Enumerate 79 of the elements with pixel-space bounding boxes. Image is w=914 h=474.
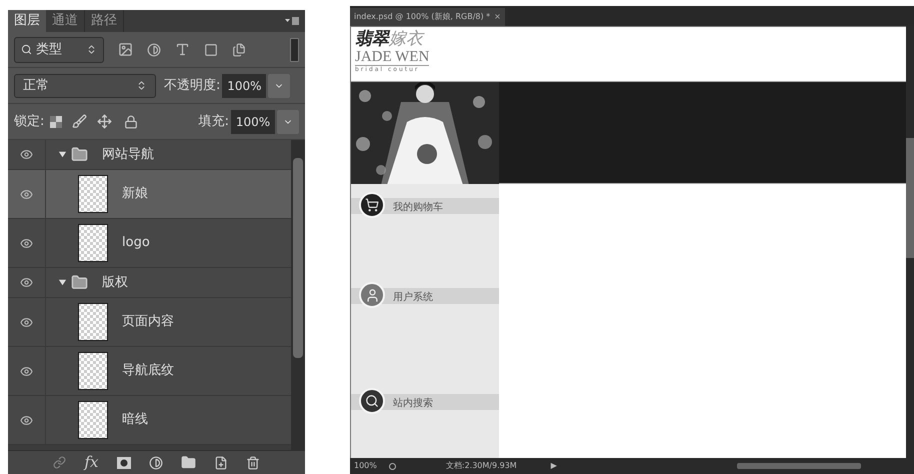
layer-thumbnail — [78, 352, 108, 390]
up-down-arrows-icon — [86, 44, 97, 55]
brand-logo: 翡翠 — [355, 31, 389, 48]
visibility-eye-icon[interactable] — [20, 236, 33, 250]
fill-field[interactable]: 100% — [231, 110, 275, 134]
folder-icon — [71, 274, 88, 291]
opacity-field[interactable]: 100% — [222, 74, 266, 98]
zoom-level[interactable]: 100% — [354, 460, 377, 472]
nav-label: 站内搜索 — [393, 396, 433, 410]
search-icon — [21, 44, 32, 55]
layer-row[interactable]: 导航底纹 — [8, 347, 291, 396]
layer-row[interactable]: 新娘 — [8, 170, 291, 219]
layer-name: 导航底纹 — [122, 362, 174, 380]
document-title: index.psd @ 100% (新娘, RGB/8) * — [354, 11, 490, 23]
group-name: 版权 — [102, 274, 128, 292]
visibility-eye-icon[interactable] — [20, 148, 33, 161]
layer-name: 暗线 — [122, 411, 148, 430]
new-layer-icon[interactable] — [214, 456, 228, 470]
layer-row[interactable]: logo — [8, 219, 291, 268]
layer-thumbnail — [78, 401, 108, 439]
image-filter-icon[interactable] — [118, 42, 133, 57]
up-down-arrows-icon — [136, 80, 147, 91]
layer-row[interactable]: 暗线 — [8, 396, 291, 445]
nav-label: 用户系统 — [393, 290, 433, 304]
cart-icon — [359, 192, 385, 218]
expand-triangle-icon[interactable] — [58, 150, 67, 159]
layer-thumbnail — [78, 175, 108, 213]
scrollbar[interactable] — [291, 140, 305, 450]
link-layers-icon[interactable] — [53, 456, 66, 469]
document-info: 文档:2.30M/9.93M — [446, 460, 517, 472]
visibility-eye-icon[interactable] — [20, 364, 33, 378]
fill-label: 填充: — [198, 112, 229, 131]
filter-toggle[interactable] — [290, 38, 299, 62]
visibility-eye-icon[interactable] — [20, 316, 33, 328]
layer-thumbnail — [78, 224, 108, 262]
brand-logo-accent: 嫁衣 — [389, 31, 423, 48]
delete-icon[interactable] — [246, 456, 260, 470]
user-icon — [359, 282, 385, 308]
layer-group-row[interactable]: 版权 — [8, 268, 291, 298]
type-filter-icon[interactable] — [175, 42, 190, 57]
nav-label: 我的购物车 — [393, 200, 443, 214]
layer-row[interactable]: 页面内容 — [8, 298, 291, 347]
shape-filter-icon[interactable] — [204, 42, 218, 56]
document-tab[interactable]: index.psd @ 100% (新娘, RGB/8) * × — [350, 8, 505, 26]
layer-name: 新娘 — [122, 185, 148, 204]
lock-label: 锁定: — [14, 112, 44, 131]
adjustment-layer-icon[interactable] — [148, 456, 162, 470]
visibility-eye-icon[interactable] — [20, 188, 33, 200]
layer-thumbnail — [78, 303, 108, 341]
filter-dropdown[interactable]: 类型 — [14, 36, 104, 62]
nav-item[interactable]: 我的购物车 — [351, 192, 499, 218]
layer-name: 页面内容 — [122, 313, 174, 332]
smart-object-filter-icon[interactable] — [232, 42, 246, 56]
opacity-label: 不透明度: — [164, 76, 220, 95]
brand-english-name: JADE WEN — [355, 50, 430, 66]
close-tab-button[interactable]: × — [494, 11, 501, 23]
lock-position-icon[interactable] — [97, 114, 112, 129]
layer-group-row[interactable]: 网站导航 — [8, 140, 291, 170]
visibility-eye-icon[interactable] — [20, 414, 33, 426]
panel-tab[interactable]: 图层 — [8, 10, 46, 32]
nav-item[interactable]: 站内搜索 — [351, 388, 499, 414]
search-icon — [359, 388, 385, 414]
group-name: 网站导航 — [102, 146, 154, 164]
nav-item[interactable]: 用户系统 — [351, 282, 499, 308]
folder-icon — [71, 146, 88, 163]
lock-all-icon[interactable] — [124, 114, 138, 128]
horizontal-scrollbar-thumb[interactable] — [736, 463, 861, 469]
lock-transparency-icon[interactable] — [50, 116, 62, 128]
status-menu-button[interactable]: ▶ — [550, 460, 557, 472]
layer-effects-button[interactable]: fx — [84, 451, 98, 474]
new-group-icon[interactable] — [180, 455, 196, 470]
layer-mask-icon[interactable] — [116, 456, 130, 468]
layer-name: logo — [122, 234, 150, 252]
adjustment-filter-icon[interactable] — [147, 42, 161, 56]
panel-menu-icon[interactable] — [285, 16, 299, 26]
expand-triangle-icon[interactable] — [58, 278, 67, 287]
visibility-eye-icon[interactable] — [20, 276, 33, 289]
lock-pixels-icon[interactable] — [72, 114, 88, 129]
blend-mode-dropdown[interactable]: 正常 — [14, 74, 156, 98]
